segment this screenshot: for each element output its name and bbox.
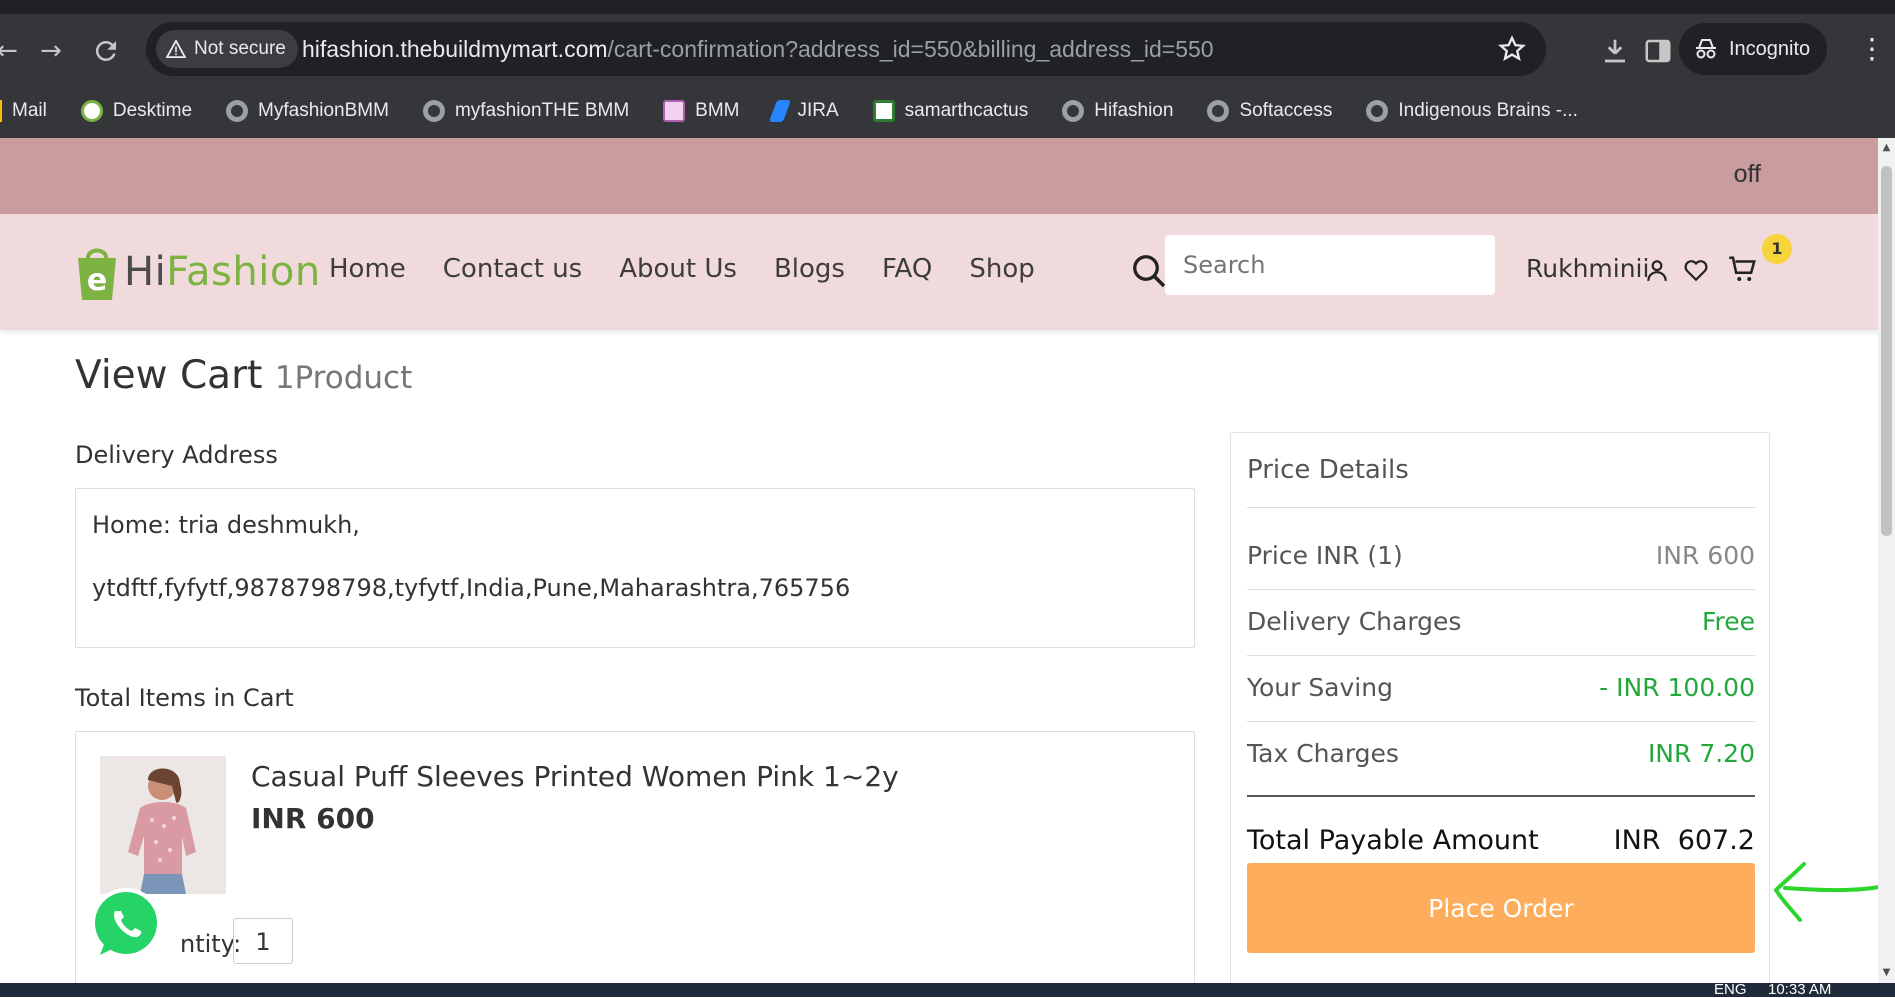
bookmark-samarthcactus[interactable]: samarthcactus	[872, 100, 1028, 122]
language-indicator[interactable]: ENG	[1714, 981, 1747, 998]
os-taskbar: ENG 10:33 AM	[0, 981, 1895, 998]
bookmark-softaccess[interactable]: Softaccess	[1207, 100, 1332, 122]
divider	[1247, 589, 1755, 590]
bookmark-myfashion-the-bmm[interactable]: myfashionTHE BMM	[422, 100, 629, 122]
globe-icon	[1207, 100, 1230, 122]
annotation-arrow-icon	[1773, 862, 1895, 922]
site-logo[interactable]: e HiFashion	[74, 242, 321, 302]
bookmark-mail[interactable]: Mail	[0, 100, 47, 122]
promo-text: off	[1733, 160, 1761, 188]
samarth-icon	[872, 100, 895, 122]
globe-icon	[226, 100, 249, 122]
product-count: 1Product	[274, 360, 413, 396]
page-title: View Cart 1Product	[75, 353, 412, 398]
download-icon[interactable]	[1600, 36, 1630, 66]
browser-menu-icon[interactable]: ⋮	[1858, 32, 1886, 66]
price-row: Price INR (1) INR 600	[1247, 541, 1755, 570]
clock[interactable]: 10:33 AM	[1768, 981, 1831, 998]
address-name-line: Home: tria deshmukh,	[92, 511, 360, 539]
tax-charges-row: Tax Charges INR 7.20	[1247, 739, 1755, 768]
delivery-address-label: Delivery Address	[75, 441, 278, 469]
scroll-thumb[interactable]	[1881, 166, 1892, 536]
svg-text:e: e	[87, 263, 107, 298]
divider	[1247, 721, 1755, 722]
bookmark-star-icon[interactable]	[1498, 35, 1526, 63]
back-arrow-icon[interactable]: ←	[0, 36, 22, 66]
nav-blogs[interactable]: Blogs	[774, 254, 845, 284]
bookmark-hifashion[interactable]: Hifashion	[1062, 100, 1173, 122]
quantity-input[interactable]: 1	[233, 918, 293, 964]
delivery-charges-row: Delivery Charges Free	[1247, 607, 1755, 636]
total-label: Total Payable Amount	[1247, 825, 1539, 856]
logo-fashion: Fashion	[166, 249, 321, 295]
url-text[interactable]: hifashion.thebuildmymart.com/cart-confir…	[302, 36, 1214, 63]
globe-icon	[422, 100, 445, 122]
divider	[1247, 655, 1755, 656]
incognito-label: Incognito	[1729, 37, 1811, 60]
cart-items-box: Casual Puff Sleeves Printed Women Pink 1…	[75, 731, 1195, 997]
bookmark-jira[interactable]: JIRA	[769, 100, 839, 122]
page-scrollbar[interactable]: ▲ ▼	[1878, 138, 1895, 983]
price-details-title: Price Details	[1247, 455, 1409, 485]
web-page: off e HiFashion Home Contact us About Us…	[0, 138, 1895, 997]
product-image[interactable]	[100, 756, 226, 894]
address-bar[interactable]: Not secure hifashion.thebuildmymart.com/…	[146, 22, 1546, 76]
whatsapp-icon[interactable]	[86, 885, 166, 965]
place-order-button[interactable]: Place Order	[1247, 863, 1755, 953]
desktime-icon	[80, 100, 103, 122]
nav-contact-us[interactable]: Contact us	[443, 254, 582, 284]
bookmark-myfashionbmm[interactable]: MyfashionBMM	[226, 100, 389, 122]
search-icon[interactable]	[1131, 253, 1167, 289]
side-panel-icon[interactable]	[1643, 36, 1673, 66]
product-title[interactable]: Casual Puff Sleeves Printed Women Pink 1…	[251, 760, 899, 793]
cart-count-badge: 1	[1762, 234, 1792, 264]
nav-faq[interactable]: FAQ	[882, 254, 932, 284]
bookmark-indigenous-brains[interactable]: Indigenous Brains -...	[1366, 100, 1578, 122]
main-nav: Home Contact us About Us Blogs FAQ Shop	[329, 254, 1035, 284]
reload-icon[interactable]	[91, 36, 121, 66]
cart-icon[interactable]	[1728, 254, 1758, 284]
incognito-chip[interactable]: Incognito	[1679, 23, 1827, 75]
nav-shop[interactable]: Shop	[969, 254, 1034, 284]
shopping-bag-logo-icon: e	[78, 248, 116, 300]
tab-strip	[0, 0, 1895, 14]
promo-bar: off	[0, 138, 1895, 214]
mail-icon	[0, 100, 2, 122]
bookmark-desktime[interactable]: Desktime	[80, 100, 192, 122]
user-icon[interactable]	[1644, 257, 1670, 283]
price-details-panel: Price Details Price INR (1) INR 600 Deli…	[1230, 432, 1770, 997]
total-value: INR 607.2	[1613, 825, 1755, 856]
forward-arrow-icon[interactable]: →	[36, 36, 66, 66]
jira-icon	[769, 100, 792, 122]
delivery-address-box: Home: tria deshmukh, ytdftf,fyfytf,98787…	[75, 488, 1195, 648]
bookmark-bmm[interactable]: BMM	[663, 100, 739, 122]
logo-hi: Hi	[124, 249, 167, 295]
scroll-down-icon[interactable]: ▼	[1881, 967, 1892, 979]
divider	[1247, 795, 1755, 797]
security-chip[interactable]: Not secure	[156, 30, 298, 68]
scroll-up-icon[interactable]: ▲	[1881, 142, 1892, 154]
wishlist-heart-icon[interactable]	[1683, 257, 1709, 283]
search-input[interactable]	[1165, 235, 1495, 295]
incognito-icon	[1696, 39, 1716, 59]
security-label: Not secure	[194, 38, 286, 59]
address-detail-line: ytdftf,fyfytf,9878798798,tyfytf,India,Pu…	[92, 574, 851, 602]
globe-icon	[1062, 100, 1085, 122]
bookmarks-bar: Mail Desktime MyfashionBMM myfashionTHE …	[0, 84, 1895, 138]
total-items-label: Total Items in Cart	[75, 684, 294, 712]
divider	[1247, 507, 1755, 508]
browser-toolbar: ← → Not secure hifashion.thebuildmymart.…	[0, 14, 1895, 84]
bmm-icon	[663, 100, 686, 122]
site-header: e HiFashion Home Contact us About Us Blo…	[0, 214, 1895, 330]
saving-row: Your Saving - INR 100.00	[1247, 673, 1755, 702]
view-cart-title: View Cart	[75, 353, 263, 398]
warning-icon	[166, 40, 186, 58]
nav-home[interactable]: Home	[329, 254, 406, 284]
globe-icon	[1366, 100, 1389, 122]
user-name[interactable]: Rukhminii	[1526, 254, 1649, 283]
nav-about-us[interactable]: About Us	[619, 254, 737, 284]
product-price: INR 600	[251, 802, 375, 835]
total-payable-row: Total Payable Amount INR 607.2	[1247, 825, 1755, 856]
